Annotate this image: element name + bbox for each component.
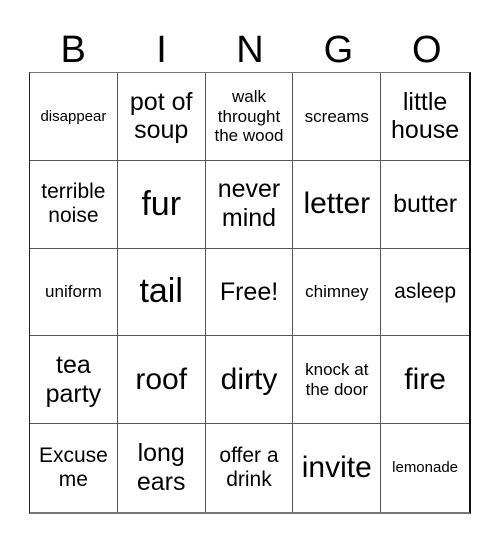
header-letter-b: B [60,29,86,71]
bingo-cell[interactable]: butter [381,161,469,249]
bingo-grid: disappear pot of soup walk throught the … [29,72,471,514]
bingo-cell[interactable]: pot of soup [117,73,206,161]
bingo-cell[interactable]: lemonade [381,424,469,512]
bingo-cell[interactable]: asleep [381,249,469,337]
bingo-cell[interactable]: chimney [293,248,382,337]
bingo-cell[interactable]: offer a drink [206,424,294,512]
free-space-cell[interactable]: Free! [205,248,294,337]
bingo-cell[interactable]: disappear [30,73,118,161]
header-letter-i: I [156,29,167,71]
bingo-cell[interactable]: long ears [118,424,206,512]
bingo-cell[interactable]: terrible noise [30,160,118,249]
header-letter-o: O [411,29,442,71]
bingo-cell[interactable]: fire [381,336,469,425]
bingo-cell[interactable]: walk throught the wood [205,73,294,161]
bingo-cell[interactable]: screams [293,73,382,161]
bingo-cell[interactable]: tea party [30,336,118,425]
bingo-cell[interactable]: fur [117,160,206,249]
bingo-header: B I N G O [29,28,471,72]
bingo-cell[interactable]: knock at the door [293,336,382,425]
header-letter-n: N [236,29,264,71]
bingo-cell[interactable]: Excuse me [30,424,118,512]
bingo-cell[interactable]: tail [117,248,206,337]
bingo-cell[interactable]: little house [381,73,469,161]
bingo-cell[interactable]: uniform [30,248,118,337]
bingo-cell[interactable]: roof [117,336,206,425]
bingo-cell[interactable]: letter [293,160,382,249]
bingo-cell[interactable]: dirty [205,336,294,425]
bingo-cell[interactable]: invite [293,424,382,512]
bingo-cell[interactable]: never mind [205,160,294,249]
header-letter-g: G [323,29,354,71]
